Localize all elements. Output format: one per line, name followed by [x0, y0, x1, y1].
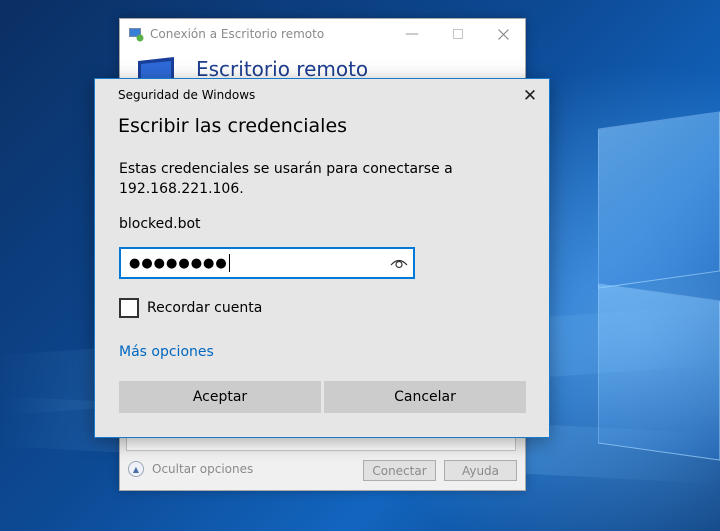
remember-account-checkbox[interactable] [119, 298, 139, 318]
remember-account-option[interactable]: Recordar cuenta [119, 298, 262, 318]
reveal-password-icon[interactable] [390, 255, 408, 271]
chevron-up-icon: ▲ [128, 461, 144, 477]
windows-security-dialog: Seguridad de Windows ✕ Escribir las cred… [94, 78, 550, 438]
minimize-icon[interactable]: — [389, 19, 435, 49]
help-button[interactable]: Ayuda [444, 460, 517, 481]
hide-options-toggle[interactable]: ▲ Ocultar opciones [128, 461, 253, 477]
cancel-button[interactable]: Cancelar [324, 381, 526, 413]
dialog-message: Estas credenciales se usarán para conect… [119, 161, 453, 197]
dialog-title: Escribir las credenciales [118, 115, 348, 137]
windows-logo-pane [598, 111, 720, 289]
rdp-window-title: Conexión a Escritorio remoto [150, 27, 325, 41]
close-icon[interactable]: ✕ [514, 81, 546, 111]
hide-options-label: Ocultar opciones [152, 462, 254, 476]
close-icon[interactable] [480, 19, 526, 49]
maximize-icon[interactable] [435, 19, 481, 49]
password-value: ●●●●●●●● [129, 255, 228, 271]
remember-account-label: Recordar cuenta [147, 300, 263, 316]
password-field[interactable]: ●●●●●●●● [119, 247, 415, 279]
ok-button[interactable]: Aceptar [119, 381, 321, 413]
rdp-footer: ▲ Ocultar opciones Conectar Ayuda [120, 450, 525, 490]
dialog-header: Seguridad de Windows [118, 88, 256, 102]
rdp-titlebar: Conexión a Escritorio remoto — [120, 19, 525, 49]
username-label: blocked.bot [119, 216, 201, 232]
rdp-app-icon [129, 28, 144, 42]
more-options-link[interactable]: Más opciones [119, 344, 214, 360]
text-caret [228, 254, 230, 272]
connect-button[interactable]: Conectar [363, 460, 436, 481]
